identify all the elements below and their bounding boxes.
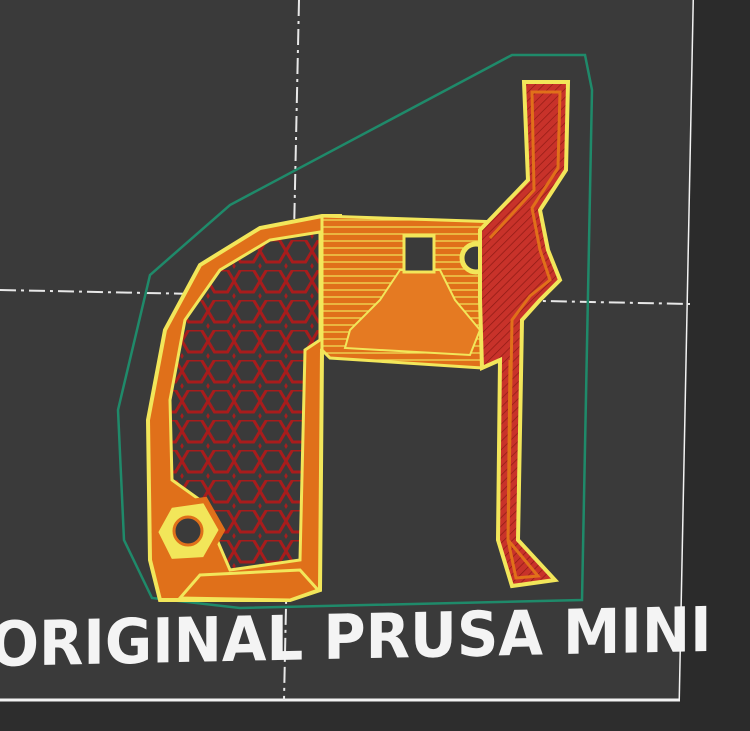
nut-hole [172,515,204,547]
left-foot [176,568,321,602]
bridge-slot [402,234,436,274]
bed-logo-label: ORIGINAL PRUSA MINI [0,592,712,681]
3d-preview-viewport[interactable]: ORIGINAL PRUSA MINI [0,0,750,731]
